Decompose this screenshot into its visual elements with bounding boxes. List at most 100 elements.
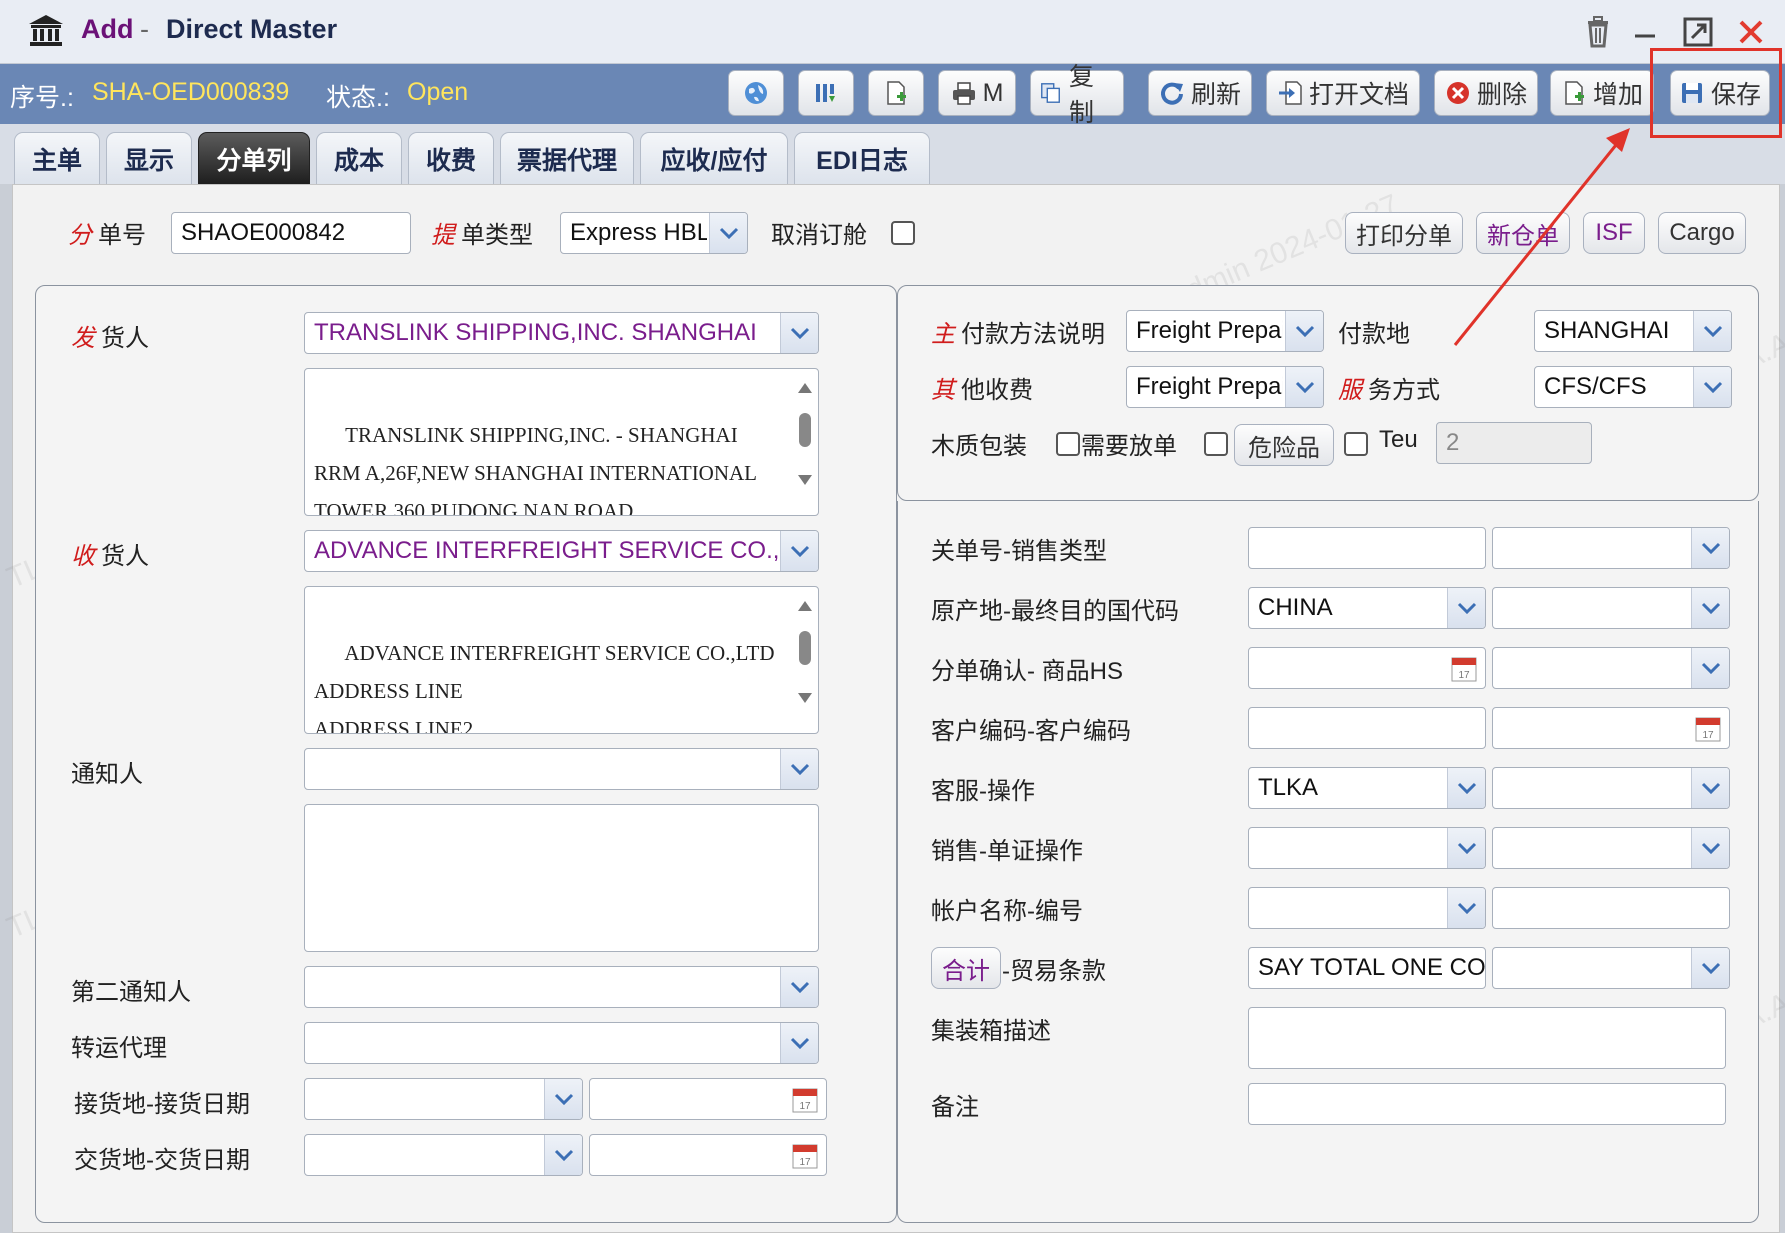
doc-operator-select[interactable] (1492, 827, 1730, 869)
sales-select[interactable] (1248, 827, 1486, 869)
consignee-address-textarea[interactable]: ADVANCE INTERFREIGHT SERVICE CO.,LTD ADD… (304, 586, 819, 734)
receipt-place-select[interactable] (304, 1078, 583, 1120)
tab-house-list[interactable]: 分单列 (198, 132, 310, 184)
chevron-down-icon[interactable] (780, 749, 818, 789)
origin-value: CHINA (1258, 594, 1333, 621)
minimize-icon[interactable] (1627, 14, 1663, 50)
forwarder-select[interactable] (304, 1022, 819, 1064)
close-icon[interactable] (1733, 14, 1769, 50)
refresh-button[interactable]: 刷新 (1148, 70, 1252, 116)
calendar-icon[interactable]: 17 (792, 1086, 818, 1113)
chevron-down-icon[interactable] (1447, 588, 1485, 628)
remarks-input[interactable] (1248, 1083, 1726, 1125)
account-no-input[interactable] (1492, 887, 1730, 929)
other-charges-select[interactable]: Freight Prepaid (1126, 366, 1324, 408)
chevron-down-icon[interactable] (1693, 311, 1731, 351)
tab-master[interactable]: 主单 (14, 132, 100, 184)
chevron-down-icon[interactable] (1447, 768, 1485, 808)
chevron-down-icon[interactable] (1447, 888, 1485, 928)
delivery-place-select[interactable] (304, 1134, 583, 1176)
dangerous-goods-checkbox[interactable] (1344, 432, 1368, 456)
maximize-icon[interactable] (1680, 14, 1716, 50)
consignee-select[interactable]: ADVANCE INTERFREIGHT SERVICE CO., (304, 530, 819, 572)
chevron-down-icon[interactable] (1285, 311, 1323, 351)
hbl-confirm-date-input[interactable]: 17 (1248, 647, 1486, 689)
columns-button[interactable] (798, 70, 854, 116)
calendar-icon[interactable]: 17 (792, 1142, 818, 1169)
tab-cost[interactable]: 成本 (316, 132, 402, 184)
scrollbar[interactable] (796, 597, 814, 707)
total-button[interactable]: 合计 (931, 947, 1001, 989)
tab-receivable-payable[interactable]: 应收/应付 (640, 132, 788, 184)
calendar-icon[interactable]: 17 (1451, 655, 1477, 682)
service-type-value: CFS/CFS (1544, 373, 1647, 400)
delivery-date-input[interactable]: 17 (589, 1134, 827, 1176)
label-text: 他收费 (961, 377, 1033, 404)
chevron-down-icon[interactable] (1691, 828, 1729, 868)
customer-service-select[interactable]: TLKA (1248, 767, 1486, 809)
cargo-button[interactable]: Cargo (1658, 212, 1746, 254)
second-notify-select[interactable] (304, 966, 819, 1008)
print-label: M (982, 78, 1004, 107)
hbl-no-input[interactable]: SHAOE000842 (171, 212, 411, 254)
cancel-booking-checkbox[interactable] (891, 221, 915, 245)
chevron-down-icon[interactable] (544, 1079, 582, 1119)
chevron-down-icon[interactable] (1691, 768, 1729, 808)
operator-select[interactable] (1492, 767, 1730, 809)
chevron-down-icon[interactable] (1691, 948, 1729, 988)
shipper-address-textarea[interactable]: TRANSLINK SHIPPING,INC. - SHANGHAI RRM A… (304, 368, 819, 516)
wood-packing-checkbox[interactable] (1056, 432, 1080, 456)
chevron-down-icon[interactable] (780, 531, 818, 571)
print-button[interactable]: M (938, 70, 1016, 116)
customs-no-input[interactable] (1248, 527, 1486, 569)
account-name-select[interactable] (1248, 887, 1486, 929)
new-doc-button[interactable] (868, 70, 924, 116)
delete-button[interactable]: 删除 (1434, 70, 1538, 116)
tab-document-agent[interactable]: 票据代理 (500, 132, 634, 184)
hs-code-select[interactable] (1492, 647, 1730, 689)
total-text-input[interactable]: SAY TOTAL ONE CONTAINER ONLY (1248, 947, 1486, 989)
chevron-down-icon[interactable] (1691, 648, 1729, 688)
origin-select[interactable]: CHINA (1248, 587, 1486, 629)
notify-select[interactable] (304, 748, 819, 790)
chevron-down-icon[interactable] (709, 213, 747, 253)
chevron-down-icon[interactable] (780, 313, 818, 353)
service-type-select[interactable]: CFS/CFS (1534, 366, 1732, 408)
tab-charges[interactable]: 收费 (408, 132, 494, 184)
destination-code-select[interactable] (1492, 587, 1730, 629)
customer-code-date-input[interactable]: 17 (1492, 707, 1730, 749)
copy-button[interactable]: 复制 (1030, 63, 1124, 127)
chevron-down-icon[interactable] (1691, 588, 1729, 628)
bl-type-select[interactable]: Express HBL (560, 212, 748, 254)
add-button[interactable]: 增加 (1550, 70, 1654, 116)
receipt-date-input[interactable]: 17 (589, 1078, 827, 1120)
open-doc-button[interactable]: 打开文档 (1266, 70, 1420, 116)
tab-display[interactable]: 显示 (106, 132, 192, 184)
dangerous-goods-button[interactable]: 危险品 (1234, 424, 1334, 466)
container-desc-input[interactable] (1248, 1007, 1726, 1069)
chevron-down-icon[interactable] (1447, 828, 1485, 868)
globe-button[interactable] (728, 70, 784, 116)
payment-method-select[interactable]: Freight Prepaid (1126, 310, 1324, 352)
chevron-down-icon[interactable] (544, 1135, 582, 1175)
chevron-down-icon[interactable] (1285, 367, 1323, 407)
chevron-down-icon[interactable] (1693, 367, 1731, 407)
window-title: Direct Master (166, 14, 338, 44)
trash-icon[interactable] (1580, 14, 1616, 50)
notify-address-textarea[interactable] (304, 804, 819, 952)
customer-code-input[interactable] (1248, 707, 1486, 749)
calendar-icon[interactable]: 17 (1695, 715, 1721, 742)
scrollbar[interactable] (796, 379, 814, 489)
label-text: 单类型 (461, 222, 533, 249)
release-checkbox[interactable] (1204, 432, 1228, 456)
required-mark: 收 (71, 543, 95, 570)
teu-input[interactable]: 2 (1436, 422, 1592, 464)
trade-terms-select[interactable] (1492, 947, 1730, 989)
chevron-down-icon[interactable] (780, 1023, 818, 1063)
shipper-select[interactable]: TRANSLINK SHIPPING,INC. SHANGHAI (304, 312, 819, 354)
sales-type-select[interactable] (1492, 527, 1730, 569)
hbl-confirm-label: 分单确认- 商品HS (931, 658, 1123, 685)
chevron-down-icon[interactable] (1691, 528, 1729, 568)
tab-edi-log[interactable]: EDI日志 (794, 132, 930, 184)
chevron-down-icon[interactable] (780, 967, 818, 1007)
